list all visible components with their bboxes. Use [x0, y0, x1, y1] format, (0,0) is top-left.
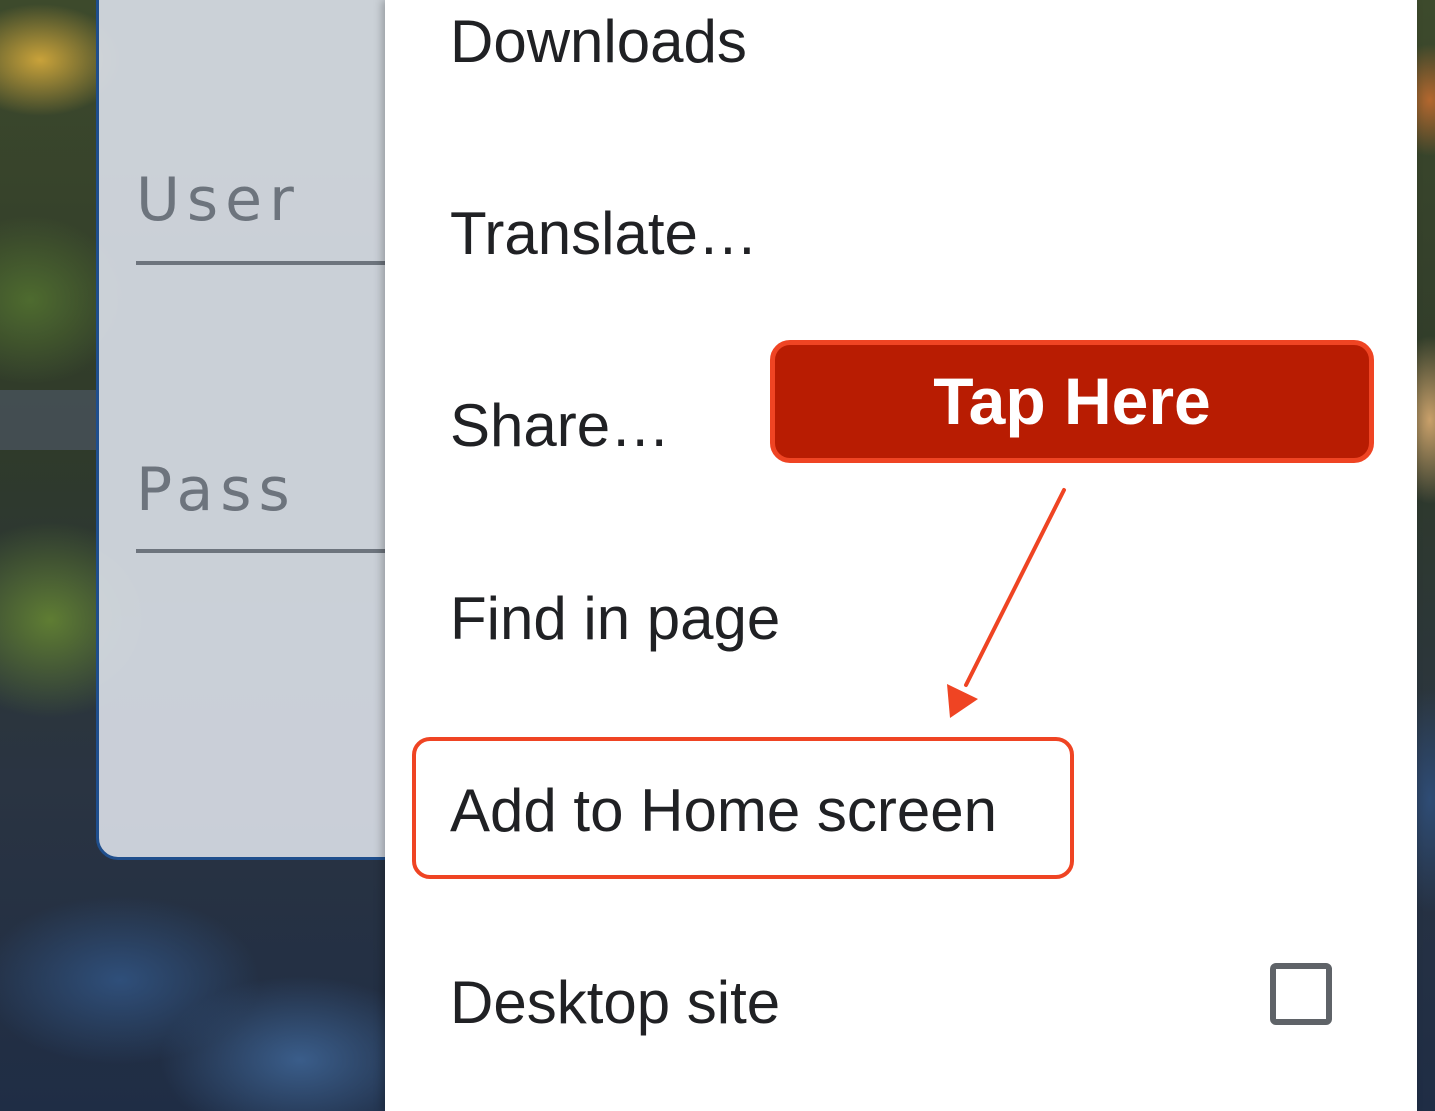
- background-photo-detail: [0, 390, 100, 450]
- username-field-label[interactable]: User: [136, 165, 301, 235]
- menu-item-translate[interactable]: Translate…: [450, 204, 758, 264]
- menu-item-desktop-site[interactable]: Desktop site: [450, 973, 780, 1033]
- menu-item-downloads[interactable]: Downloads: [450, 12, 747, 72]
- password-field-label[interactable]: Pass: [136, 455, 297, 525]
- desktop-site-checkbox[interactable]: [1270, 963, 1332, 1025]
- tap-here-callout: Tap Here: [770, 340, 1374, 463]
- menu-item-find-in-page[interactable]: Find in page: [450, 589, 780, 649]
- username-field-underline: [136, 261, 396, 265]
- browser-overflow-menu: Downloads Translate… Share… Find in page…: [385, 0, 1417, 1111]
- password-field-underline: [136, 549, 396, 553]
- menu-item-share[interactable]: Share…: [450, 396, 670, 456]
- screen: User Pass Downloads Translate… Share… Fi…: [0, 0, 1435, 1111]
- add-to-home-screen-highlight: [412, 737, 1074, 879]
